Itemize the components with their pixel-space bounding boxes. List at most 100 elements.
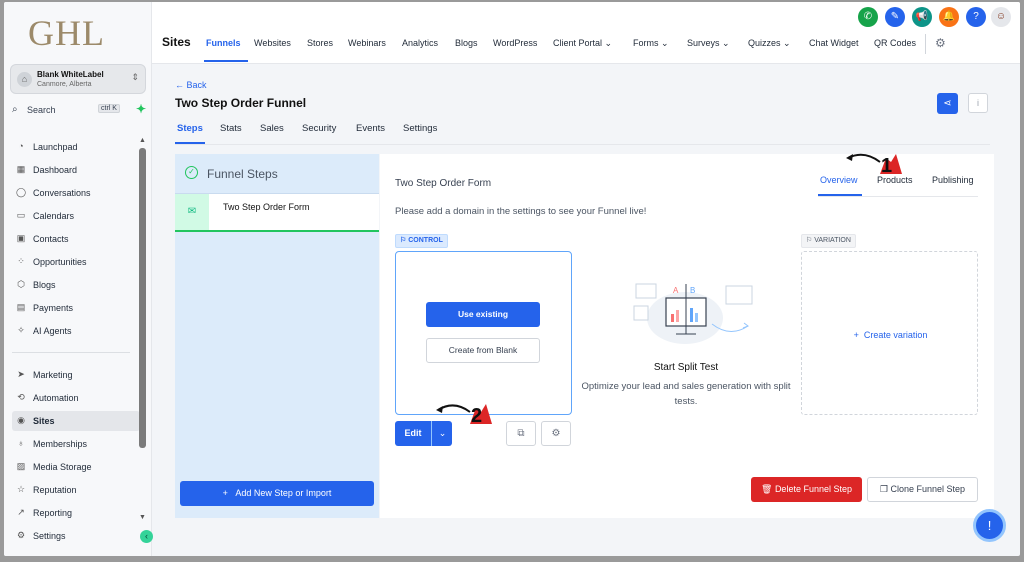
create-variation-link[interactable]: + Create variation bbox=[802, 330, 979, 340]
magic-icon[interactable]: ✎ bbox=[885, 7, 905, 27]
funnel-steps-header: ✓ Funnel Steps bbox=[175, 154, 379, 194]
funnel-steps-panel: ✓ Funnel Steps ✉ Two Step Order Form + A… bbox=[175, 154, 379, 518]
sidebar-item-contacts[interactable]: ▣ Contacts bbox=[12, 229, 140, 249]
notification-bell-icon[interactable]: 🔔 bbox=[939, 7, 959, 27]
page-title: Two Step Order Funnel bbox=[175, 96, 307, 110]
sidebar-item-opportunities[interactable]: ⁘ Opportunities bbox=[12, 252, 140, 272]
back-link[interactable]: ← Back bbox=[175, 80, 207, 90]
use-existing-button[interactable]: Use existing bbox=[426, 302, 540, 327]
chevron-down-icon[interactable]: ⌄ bbox=[433, 421, 452, 446]
sidebar-item-media-storage[interactable]: ▨ Media Storage bbox=[12, 457, 140, 477]
search-bar[interactable]: ⌕ Search ctrl K ✦ bbox=[10, 101, 146, 119]
sidebar-item-launchpad[interactable]: ◔ Launchpad bbox=[12, 137, 140, 157]
tab-publishing[interactable]: Publishing bbox=[932, 175, 974, 185]
sidebar-item-dashboard[interactable]: ▦ Dashboard bbox=[12, 160, 140, 180]
tab-stores[interactable]: Stores bbox=[307, 38, 333, 48]
split-test-description: Optimize your lead and sales generation … bbox=[581, 381, 791, 407]
envelope-icon: ✉ bbox=[175, 194, 209, 230]
chat-icon: ◯ bbox=[15, 187, 27, 197]
tab-events[interactable]: Events bbox=[356, 123, 385, 134]
clone-funnel-step-button[interactable]: ❐ Clone Funnel Step bbox=[867, 477, 978, 502]
tab-analytics[interactable]: Analytics bbox=[402, 38, 438, 48]
copy-icon: ❐ bbox=[879, 484, 888, 494]
svg-text:B: B bbox=[690, 286, 695, 295]
help-icon[interactable]: ? bbox=[966, 7, 986, 27]
tab-steps[interactable]: Steps bbox=[177, 123, 203, 134]
section-title: Sites bbox=[162, 35, 191, 49]
check-circle-icon: ✓ bbox=[185, 166, 198, 179]
add-new-step-button[interactable]: + Add New Step or Import bbox=[180, 481, 374, 506]
external-link-icon[interactable]: ⧉ bbox=[506, 421, 536, 446]
account-location: Canmore, Alberta bbox=[37, 81, 92, 88]
chat-support-icon[interactable]: ! bbox=[973, 509, 1006, 542]
delete-funnel-step-button[interactable]: 🗑 Delete Funnel Step bbox=[751, 477, 862, 502]
sidebar-item-conversations[interactable]: ◯ Conversations bbox=[12, 183, 140, 203]
quick-add-icon[interactable]: ✦ bbox=[136, 102, 146, 116]
phone-icon[interactable]: ✆ bbox=[858, 7, 878, 27]
tab-funnels[interactable]: Funnels bbox=[206, 38, 241, 48]
variation-card[interactable]: + Create variation bbox=[801, 251, 978, 415]
user-avatar-icon[interactable]: ☺ bbox=[991, 7, 1011, 27]
search-shortcut: ctrl K bbox=[98, 104, 120, 113]
sidebar-item-marketing[interactable]: ➤ Marketing bbox=[12, 365, 140, 385]
tab-qr-codes[interactable]: QR Codes bbox=[874, 38, 916, 48]
tab-sales[interactable]: Sales bbox=[260, 123, 284, 134]
step-detail-panel: Two Step Order Form Overview Products Pu… bbox=[380, 154, 994, 518]
opportunities-icon: ⁘ bbox=[17, 256, 25, 266]
sidebar-item-sites[interactable]: ◉ Sites bbox=[12, 411, 140, 431]
sidebar-item-memberships[interactable]: ♁ Memberships bbox=[12, 434, 140, 454]
gear-icon[interactable]: ⚙ bbox=[541, 421, 571, 446]
sites-icon: ◉ bbox=[17, 415, 25, 425]
funnel-step-item[interactable]: ✉ Two Step Order Form bbox=[175, 194, 379, 232]
edit-button[interactable]: Edit bbox=[395, 421, 432, 446]
tab-wordpress[interactable]: WordPress bbox=[493, 38, 537, 48]
sidebar-item-payments[interactable]: ▤ Payments bbox=[12, 298, 140, 318]
tab-stats[interactable]: Stats bbox=[220, 123, 242, 134]
tab-overview[interactable]: Overview bbox=[820, 175, 858, 185]
sidebar-item-reputation[interactable]: ☆ Reputation bbox=[12, 480, 140, 500]
tab-websites[interactable]: Websites bbox=[254, 38, 291, 48]
tab-security[interactable]: Security bbox=[302, 123, 336, 134]
sidebar-item-ai-agents[interactable]: ✧ AI Agents bbox=[12, 321, 140, 341]
sidebar-item-blogs[interactable]: ⬡ Blogs bbox=[12, 275, 140, 295]
control-badge: ⚐ CONTROL bbox=[395, 234, 448, 248]
sidebar-item-automation[interactable]: ⟲ Automation bbox=[12, 388, 140, 408]
account-name: Blank WhiteLabel bbox=[37, 70, 104, 79]
tab-surveys[interactable]: Surveys ⌄ bbox=[687, 38, 730, 49]
settings-gear-icon[interactable]: ⚙ bbox=[935, 36, 946, 50]
tabs-divider bbox=[175, 144, 990, 145]
funnel-steps-title: Funnel Steps bbox=[207, 167, 278, 181]
sidebar: GHL ⌂ Blank WhiteLabel Canmore, Alberta … bbox=[4, 2, 153, 556]
scroll-up-icon[interactable]: ▲ bbox=[139, 137, 146, 144]
collapse-sidebar-icon[interactable]: ‹ bbox=[140, 530, 153, 543]
create-from-blank-button[interactable]: Create from Blank bbox=[426, 338, 540, 363]
tab-chat-widget[interactable]: Chat Widget bbox=[809, 38, 859, 48]
info-icon[interactable]: i bbox=[968, 93, 988, 113]
flag-icon: ⚐ bbox=[400, 237, 407, 244]
location-icon: ⌂ bbox=[17, 72, 32, 87]
split-test-title: Start Split Test bbox=[653, 362, 719, 373]
sidebar-item-reporting[interactable]: ↗ Reporting bbox=[12, 503, 140, 523]
sidebar-item-settings[interactable]: ⚙ Settings bbox=[12, 526, 140, 546]
tab-settings[interactable]: Settings bbox=[403, 123, 437, 134]
megaphone-icon[interactable]: 📢 bbox=[912, 7, 932, 27]
detail-tabs-divider bbox=[818, 196, 978, 197]
annotation-number-2: 2 bbox=[471, 405, 483, 427]
sidebar-scrollbar[interactable] bbox=[139, 148, 146, 448]
top-bar: ✆ ✎ 📢 🔔 ? ☺ Sites Funnels Websites Store… bbox=[152, 2, 1020, 64]
share-icon[interactable]: ⋖ bbox=[937, 93, 958, 114]
flag-icon: ⚐ bbox=[806, 237, 813, 244]
tab-webinars[interactable]: Webinars bbox=[348, 38, 386, 48]
topbar-divider bbox=[925, 34, 926, 54]
app-window: GHL ⌂ Blank WhiteLabel Canmore, Alberta … bbox=[4, 2, 1020, 556]
annotation-arrow-1 bbox=[846, 153, 881, 163]
tab-client-portal[interactable]: Client Portal ⌄ bbox=[553, 38, 612, 49]
scroll-down-icon[interactable]: ▼ bbox=[139, 514, 146, 521]
account-switcher[interactable]: ⌂ Blank WhiteLabel Canmore, Alberta ⇕ bbox=[10, 64, 146, 94]
sidebar-item-calendars[interactable]: ▭ Calendars bbox=[12, 206, 140, 226]
chevron-updown-icon: ⇕ bbox=[131, 72, 139, 82]
tab-forms[interactable]: Forms ⌄ bbox=[633, 38, 669, 49]
membership-icon: ♁ bbox=[17, 438, 25, 448]
tab-quizzes[interactable]: Quizzes ⌄ bbox=[748, 38, 791, 49]
tab-blogs[interactable]: Blogs bbox=[455, 38, 478, 48]
